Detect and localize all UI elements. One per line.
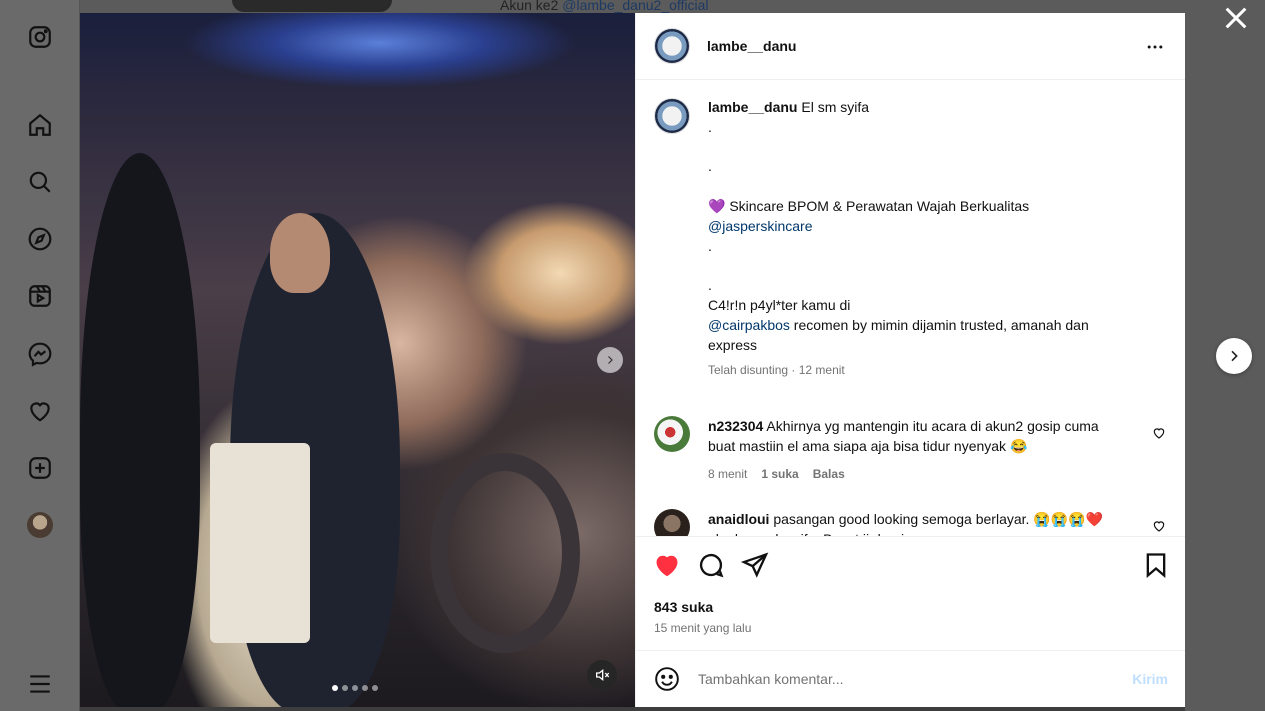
background-post-image [232, 0, 392, 12]
caption-line: El sm syifa [801, 99, 870, 115]
sidebar-nav [0, 0, 80, 711]
create-plus-icon[interactable] [26, 454, 54, 482]
post-caption: lambe__danu El sm syifa . . 💜 Skincare B… [654, 98, 1138, 381]
post-header: lambe__danu [636, 13, 1185, 80]
caption-mention-jasperskincare[interactable]: @jasperskincare [708, 217, 1138, 237]
carousel-indicator [332, 685, 378, 691]
bookmark-icon [1146, 553, 1166, 579]
menu-icon[interactable] [26, 670, 54, 698]
caption-mention-cairpakbos[interactable]: @cairpakbos [708, 317, 790, 333]
video-chair [430, 453, 580, 653]
comment-like-button[interactable] [1152, 519, 1166, 533]
reels-icon[interactable] [26, 282, 54, 310]
caption-dot: . [708, 118, 712, 135]
messenger-icon[interactable] [26, 340, 54, 368]
caption-dot: . [708, 158, 712, 175]
comment-time: 8 menit [708, 467, 748, 481]
caption-author-avatar[interactable] [654, 98, 690, 134]
explore-icon[interactable] [26, 225, 54, 253]
carousel-dot [342, 685, 348, 691]
like-button[interactable] [653, 551, 681, 579]
chevron-right-icon [608, 356, 613, 364]
comment-button[interactable] [697, 551, 725, 579]
post-actions: 843 suka 15 menit yang lalu [636, 536, 1185, 650]
search-icon[interactable] [26, 168, 54, 196]
author-username[interactable]: lambe__danu [707, 38, 796, 54]
share-button[interactable] [741, 551, 769, 579]
commenter-username[interactable]: anaidloui [708, 511, 769, 527]
caption-promo-text: C4!r!n p4yl*ter kamu di [708, 296, 851, 313]
comment-item: anaidloui pasangan good looking semoga b… [654, 509, 1174, 536]
carousel-dot [372, 685, 378, 691]
caption-skincare-text: Skincare BPOM & Perawatan Wajah Berkuali… [725, 197, 1030, 214]
post-details-panel: lambe__danu lambe__danu El sm syifa . . … [635, 13, 1185, 707]
post-comment-button[interactable]: Kirim [1132, 671, 1168, 687]
commenter-avatar[interactable] [654, 509, 690, 536]
caption-username[interactable]: lambe__danu [708, 99, 797, 115]
reply-button[interactable]: Balas [813, 464, 845, 484]
more-horizontal-icon [1147, 45, 1163, 49]
commenter-username[interactable]: n232304 [708, 418, 763, 434]
chevron-right-icon [1231, 350, 1238, 362]
post-video[interactable] [80, 13, 635, 707]
comment-item: n232304 Akhirnya yg mantengin itu acara … [654, 416, 1174, 484]
home-icon[interactable] [26, 111, 54, 139]
video-figure [270, 213, 330, 293]
comment-icon [699, 554, 724, 578]
background-feed-strip [80, 707, 1185, 711]
heart-icon [1153, 428, 1165, 439]
comment-text: Akhirnya yg mantengin itu acara di akun2… [708, 418, 1099, 454]
caption-dot: . [708, 237, 712, 254]
comment-input[interactable] [698, 671, 1098, 687]
author-avatar[interactable] [654, 28, 690, 64]
purple-heart-emoji: 💜 [708, 197, 726, 214]
heart-filled-icon [656, 555, 678, 577]
comment-like-button[interactable] [1152, 426, 1166, 440]
close-icon [1225, 7, 1247, 29]
video-figure [80, 153, 200, 707]
profile-avatar[interactable] [26, 511, 54, 539]
smiley-icon [655, 667, 679, 691]
instagram-logo-icon[interactable] [26, 23, 54, 51]
emoji-picker-button[interactable] [654, 666, 680, 692]
post-modal: lambe__danu lambe__danu El sm syifa . . … [80, 13, 1185, 707]
mute-button[interactable] [587, 660, 617, 690]
close-modal-button[interactable] [1222, 4, 1250, 32]
carousel-dot [352, 685, 358, 691]
like-count[interactable]: 843 suka [654, 599, 713, 615]
comments-scroll-area[interactable]: lambe__danu El sm syifa . . 💜 Skincare B… [636, 81, 1185, 536]
caption-meta: Telah disunting · 12 menit [708, 363, 845, 378]
caption-dot: . [708, 277, 712, 294]
notifications-heart-icon[interactable] [26, 397, 54, 425]
heart-icon [1153, 521, 1165, 532]
video-bag [210, 443, 310, 643]
media-next-button[interactable] [597, 347, 623, 373]
background-feed-text: Akun ke2 @lambe_danu2_official [500, 0, 709, 13]
comment-likes[interactable]: 1 suka [761, 464, 798, 484]
carousel-dot [332, 685, 338, 691]
comment-composer: Kirim [636, 650, 1185, 707]
send-paper-plane-icon [741, 552, 769, 578]
muted-speaker-icon [596, 668, 610, 682]
carousel-dot [362, 685, 368, 691]
next-post-button[interactable] [1216, 338, 1252, 374]
commenter-avatar[interactable] [654, 416, 690, 452]
more-options-button[interactable] [1143, 35, 1167, 59]
post-timestamp[interactable]: 15 menit yang lalu [654, 621, 751, 635]
save-button[interactable] [1142, 551, 1170, 579]
